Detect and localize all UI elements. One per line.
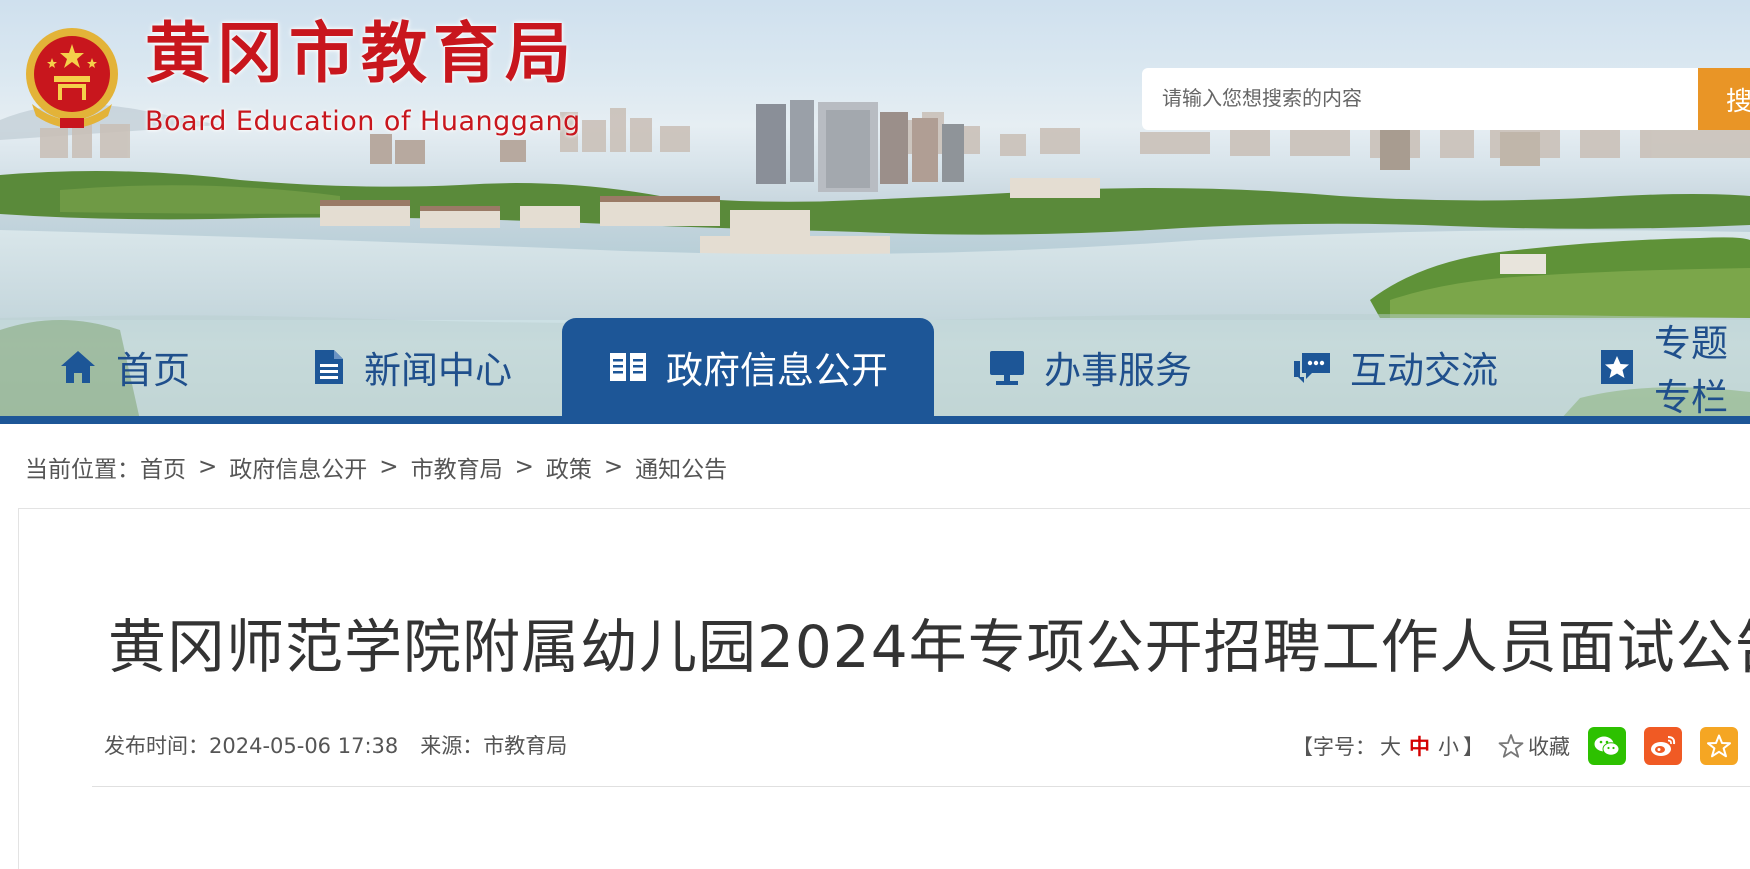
- article-source: 来源：市教育局: [420, 734, 568, 758]
- meta-divider: [92, 786, 1750, 787]
- font-size-suffix: 】: [1463, 735, 1484, 759]
- breadcrumb: 当前位置： 首页 > 政府信息公开 > 市教育局 > 政策 > 通知公告: [25, 450, 727, 484]
- article-meta: 发布时间：2024-05-06 17:38 来源：市教育局: [104, 730, 567, 760]
- nav-underline: [0, 416, 1750, 424]
- favorite-label: 收藏: [1528, 735, 1570, 759]
- share-weibo-button[interactable]: [1644, 727, 1682, 765]
- nav-item-news[interactable]: 新闻中心: [312, 318, 512, 416]
- open-book-icon: [610, 353, 646, 381]
- breadcrumb-separator: >: [514, 454, 534, 480]
- article-title: 黄冈师范学院附属幼儿园2024年专项公开招聘工作人员面试公告: [108, 613, 1750, 681]
- nav-label: 政府信息公开: [666, 349, 888, 392]
- font-size-medium-button[interactable]: 中: [1409, 731, 1430, 761]
- chat-icon: [1294, 353, 1330, 383]
- star-badge-icon: [1601, 350, 1633, 384]
- nav-item-gov-info[interactable]: 政府信息公开: [562, 318, 934, 416]
- home-icon: [61, 351, 95, 383]
- share-favorite-button[interactable]: [1700, 727, 1738, 765]
- font-size-large-button[interactable]: 大: [1380, 731, 1401, 761]
- favorite-star-icon: [1707, 734, 1731, 758]
- document-icon: [315, 350, 343, 384]
- nav-item-topics[interactable]: 专题专栏: [1598, 318, 1750, 419]
- weibo-icon: [1651, 736, 1676, 756]
- search-input[interactable]: [1142, 68, 1698, 130]
- breadcrumb-separator: >: [603, 454, 624, 480]
- site-title: 黄冈市教育局: [145, 14, 577, 92]
- search-button[interactable]: 搜索: [1698, 68, 1750, 130]
- publish-time: 发布时间：2024-05-06 17:38: [104, 734, 399, 758]
- nav-label: 办事服务: [1044, 349, 1192, 392]
- nav-label: 互动交流: [1350, 349, 1498, 392]
- article-tools: 【字号： 大 中 小 】 收藏: [1292, 722, 1738, 770]
- main-nav: 首页 新闻中心 政府信息公开 办事服务 互动交流 专题专栏: [0, 318, 1750, 419]
- nav-item-home[interactable]: 首页: [58, 318, 190, 416]
- nav-label: 新闻中心: [364, 349, 512, 392]
- breadcrumb-separator: >: [379, 454, 399, 480]
- site-subtitle: Board Education of Huanggang: [145, 106, 581, 137]
- breadcrumb-separator: >: [198, 454, 218, 480]
- article-card: [18, 508, 1750, 869]
- breadcrumb-link-gov-info[interactable]: 政府信息公开: [229, 450, 367, 484]
- breadcrumb-link-bureau[interactable]: 市教育局: [411, 450, 503, 484]
- wechat-icon: [1594, 736, 1620, 756]
- font-size-prefix: 【字号：: [1292, 735, 1376, 759]
- breadcrumb-prefix: 当前位置：: [25, 457, 140, 483]
- star-outline-icon: [1498, 734, 1524, 758]
- nav-label: 专题专栏: [1654, 322, 1728, 419]
- breadcrumb-link-notices[interactable]: 通知公告: [635, 450, 727, 484]
- breadcrumb-link-policy[interactable]: 政策: [546, 450, 592, 484]
- monitor-icon: [990, 351, 1024, 385]
- share-wechat-button[interactable]: [1588, 727, 1626, 765]
- nav-item-interaction[interactable]: 互动交流: [1292, 318, 1498, 416]
- favorite-button[interactable]: 收藏: [1498, 731, 1570, 761]
- font-size-small-button[interactable]: 小: [1438, 731, 1459, 761]
- nav-label: 首页: [116, 349, 190, 392]
- nav-item-services[interactable]: 办事服务: [988, 318, 1192, 416]
- breadcrumb-link-home[interactable]: 首页: [140, 450, 186, 484]
- national-emblem-logo: [26, 28, 118, 128]
